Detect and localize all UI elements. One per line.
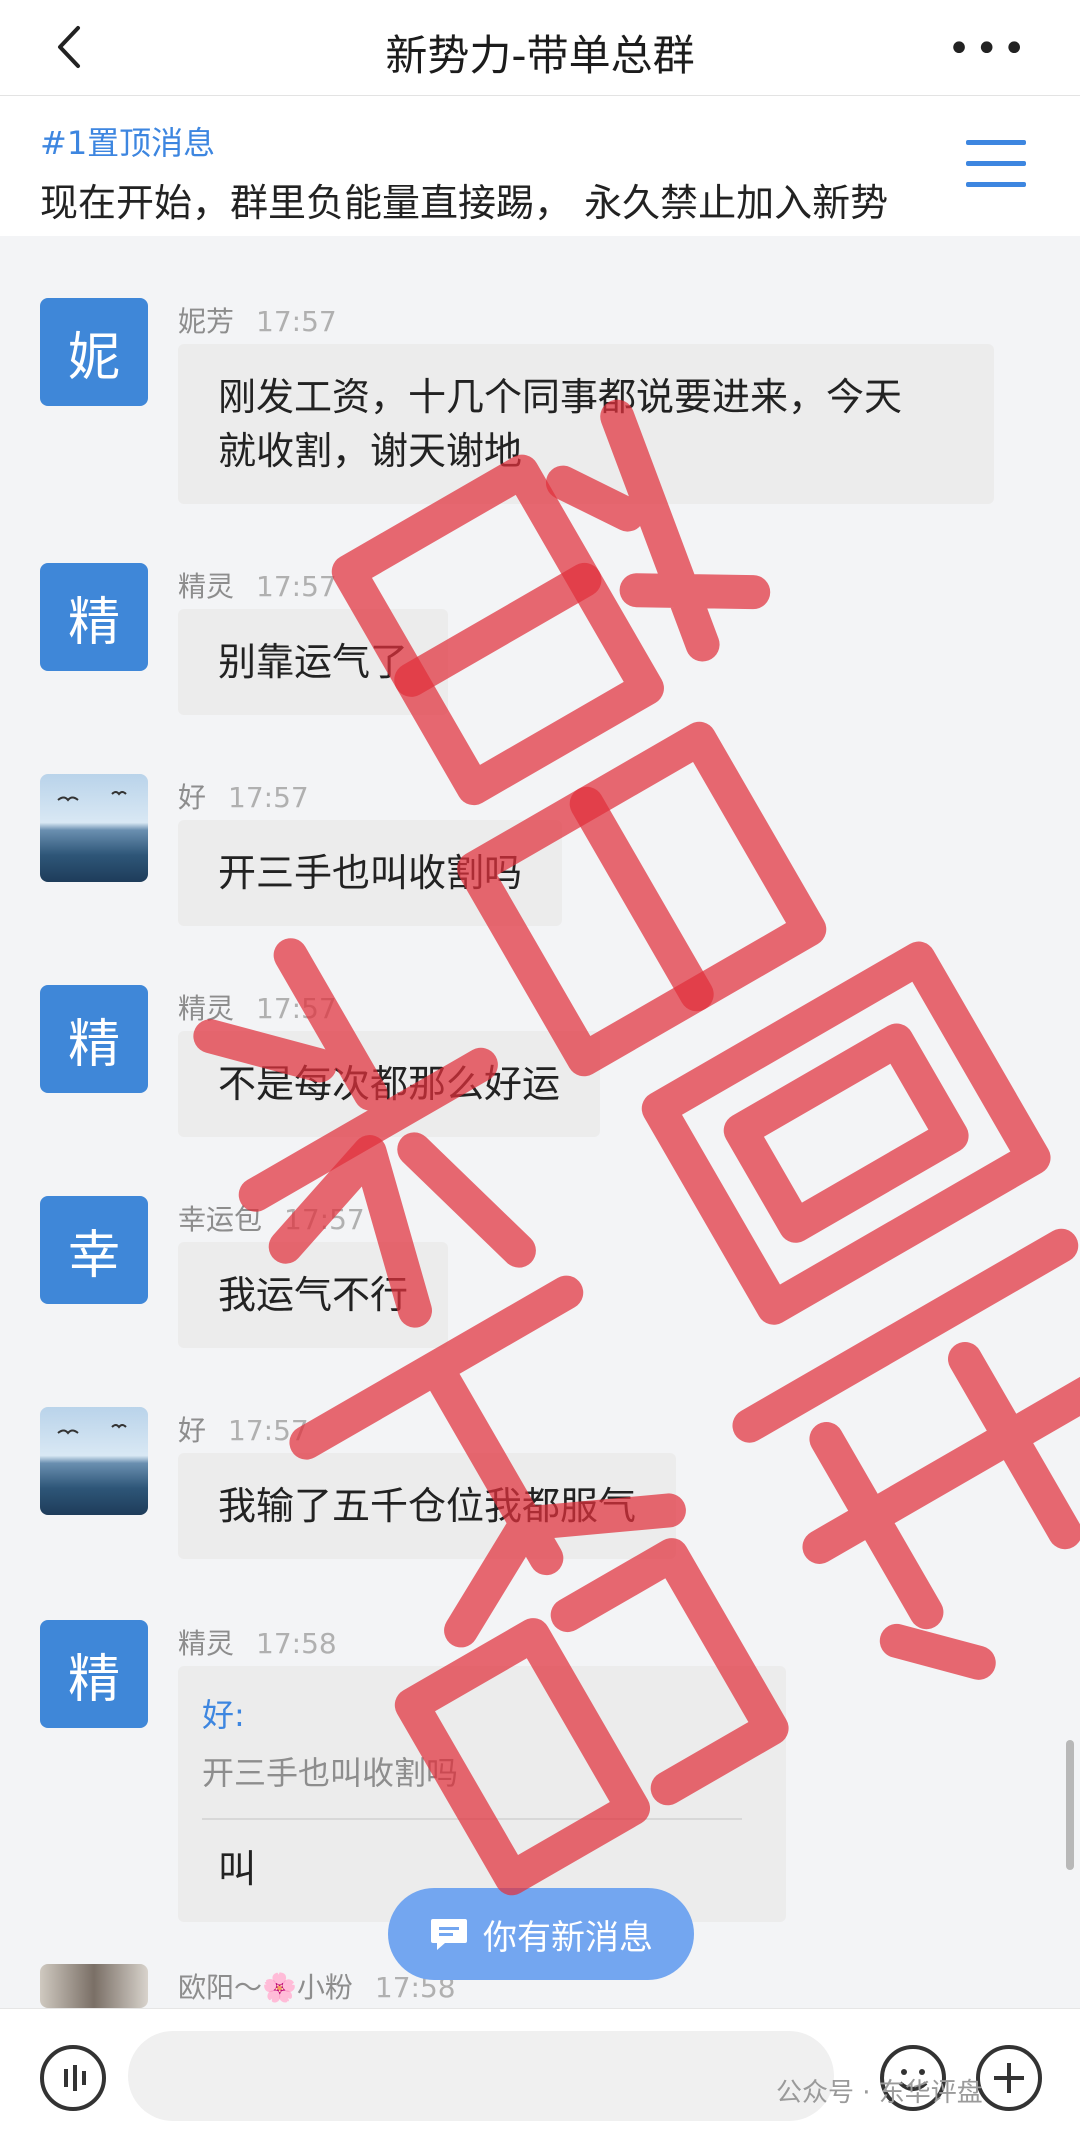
message-time: 17:57	[256, 992, 337, 1025]
message-time: 17:57	[228, 781, 309, 814]
sender-name: 好	[178, 781, 207, 814]
message-sender: 好 17:57	[178, 776, 309, 816]
message-sender: 妮芳 17:57	[178, 300, 337, 340]
quote-sender: 好:	[202, 1696, 245, 1734]
sender-name: 好	[178, 1414, 207, 1447]
message-bubble[interactable]: 开三手也叫收割吗	[178, 820, 563, 926]
message-bubble[interactable]: 我输了五千仓位我都服气	[178, 1453, 677, 1559]
message-bubble[interactable]: 不是每次都那么好运	[178, 1031, 601, 1137]
pinned-text: 现在开始，群里负能量直接踢， 永久禁止加入新势	[40, 181, 889, 225]
seagull-sea-avatar-icon[interactable]	[40, 1407, 148, 1515]
message-input[interactable]	[128, 2031, 834, 2121]
seagull-sea-avatar-icon[interactable]	[40, 774, 148, 882]
new-message-label: 你有新消息	[483, 1917, 653, 1958]
sender-name: 精灵	[178, 992, 235, 1025]
message-time: 17:57	[228, 1414, 309, 1447]
message-sender: 精灵 17:57	[178, 987, 337, 1027]
sender-name: 欧阳～🌸小粉	[178, 1971, 353, 2004]
avatar[interactable]: 精	[40, 563, 148, 671]
top-bar: 新势力-带单总群 •••	[0, 0, 1080, 96]
pinned-list-icon[interactable]	[964, 136, 1028, 192]
photo-avatar-icon[interactable]	[40, 1964, 148, 2008]
message-line: 就收割，谢天谢地	[218, 429, 523, 473]
reply-bubble[interactable]: 好: 开三手也叫收割吗 叫	[178, 1666, 786, 1922]
message-sender: 精灵 17:57	[178, 565, 337, 605]
quote-divider	[202, 1818, 742, 1820]
avatar[interactable]: 妮	[40, 298, 148, 406]
sender-name: 精灵	[178, 1627, 235, 1660]
message-sender: 精灵 17:58	[178, 1622, 337, 1662]
message-line: 不是每次都那么好运	[218, 1062, 561, 1106]
message-bubble[interactable]: 刚发工资，十几个同事都说要进来，今天 就收割，谢天谢地	[178, 344, 994, 504]
message-line: 我运气不行	[218, 1273, 409, 1317]
message-time: 17:57	[256, 305, 337, 338]
avatar[interactable]: 精	[40, 1620, 148, 1728]
sender-name: 精灵	[178, 570, 235, 603]
avatar[interactable]: 幸	[40, 1196, 148, 1304]
pinned-tag: #1置顶消息	[40, 124, 216, 162]
message-time: 17:57	[284, 1203, 365, 1236]
chat-title: 新势力-带单总群	[385, 31, 695, 80]
quote-text: 开三手也叫收割吗	[202, 1754, 459, 1792]
message-time: 17:58	[256, 1627, 337, 1660]
message-bubble[interactable]: 我运气不行	[178, 1242, 449, 1348]
message-sender: 幸运包 17:57	[178, 1198, 365, 1238]
source-watermark: 公众号 · 东华评盘	[776, 2078, 983, 2108]
more-options-icon[interactable]: •••	[947, 26, 1030, 72]
scrollbar[interactable]	[1066, 1740, 1074, 1870]
chat-bubble-icon	[431, 1919, 467, 1950]
sender-name: 幸运包	[178, 1203, 263, 1236]
pinned-message-banner[interactable]: #1置顶消息 现在开始，群里负能量直接踢， 永久禁止加入新势	[0, 96, 1080, 236]
message-sender: 好 17:57	[178, 1409, 309, 1449]
new-message-button[interactable]: 你有新消息	[388, 1888, 694, 1980]
message-line: 开三手也叫收割吗	[218, 851, 523, 895]
message-line: 别靠运气了	[218, 640, 409, 684]
add-attachment-icon[interactable]	[976, 2045, 1042, 2111]
sender-name: 妮芳	[178, 305, 235, 338]
voice-input-icon[interactable]	[40, 2045, 106, 2111]
message-line: 刚发工资，十几个同事都说要进来，今天	[218, 375, 903, 419]
message-line: 我输了五千仓位我都服气	[218, 1484, 637, 1528]
message-bubble[interactable]: 别靠运气了	[178, 609, 449, 715]
message-time: 17:57	[256, 570, 337, 603]
avatar[interactable]: 精	[40, 985, 148, 1093]
